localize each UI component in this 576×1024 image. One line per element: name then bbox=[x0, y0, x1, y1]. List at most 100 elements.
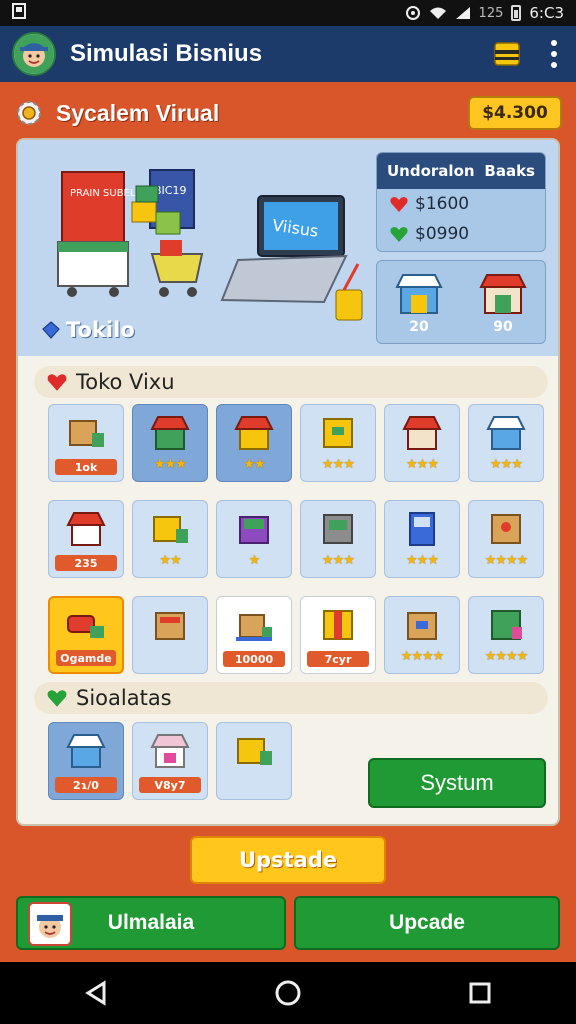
poster-text: BIC19 bbox=[154, 184, 186, 197]
shop-tile[interactable]: ★★ bbox=[132, 500, 208, 578]
store2-value: 90 bbox=[493, 319, 513, 335]
box-icon bbox=[323, 610, 353, 640]
battery-icon bbox=[511, 5, 522, 21]
ulmalaia-button[interactable]: Ulmalaia bbox=[16, 896, 286, 950]
shop-tile[interactable]: ★★ bbox=[216, 404, 292, 482]
shop-tile[interactable]: ★★★ bbox=[300, 500, 376, 578]
upgrade-button[interactable]: Upstade bbox=[190, 836, 386, 884]
tile-price: 10000 bbox=[223, 651, 285, 667]
stats-card: Undoralon Baaks $1600 $0990 bbox=[376, 152, 546, 252]
store-icon bbox=[66, 734, 106, 768]
shop-tile[interactable]: ★★★★ bbox=[384, 596, 460, 674]
pallet-boxes-icon bbox=[236, 614, 272, 641]
store-icon bbox=[234, 416, 274, 450]
stats-red-value: $1600 bbox=[415, 194, 470, 214]
rating-stars: ★★★ bbox=[406, 553, 439, 568]
header-row: Sycalem Virual $4.300 bbox=[14, 90, 562, 136]
rating-stars: ★★★★ bbox=[400, 649, 445, 664]
shop-tile[interactable]: ★ bbox=[216, 500, 292, 578]
main-area: Sycalem Virual $4.300 PRAIN SUBELM BIC19 bbox=[0, 82, 576, 962]
stats-row-green: $0990 bbox=[377, 219, 545, 249]
red-heart-icon bbox=[390, 197, 408, 212]
battery-text: 125 bbox=[478, 5, 504, 21]
box-money-icon bbox=[153, 516, 188, 543]
back-icon[interactable] bbox=[82, 979, 110, 1007]
shop-grid: 1ok ★★★ ★★ ★★★ ★★★ ★★★ 235 ★★ ★ ★★★ ★★★ … bbox=[48, 404, 544, 674]
blue-gem-icon bbox=[42, 321, 60, 339]
shop-counter-illustration: PRAIN SUBELM BIC19 bbox=[57, 169, 204, 297]
wifi-icon bbox=[429, 7, 446, 19]
shop-tile[interactable]: 1ok bbox=[48, 404, 124, 482]
app-title: Simulasi Bisnius bbox=[70, 40, 263, 67]
status-bar: 125 6:C3 bbox=[0, 0, 576, 26]
stores-card: 20 90 bbox=[376, 260, 546, 344]
coin-stack-icon[interactable] bbox=[492, 39, 522, 69]
avatar[interactable] bbox=[12, 32, 56, 76]
box-money-icon bbox=[237, 738, 272, 765]
shop-tile[interactable]: ★★★ bbox=[384, 404, 460, 482]
status-time: 6:C3 bbox=[529, 4, 564, 22]
shop-tile-selected[interactable]: Ogamde bbox=[48, 596, 124, 674]
store-icon bbox=[150, 734, 190, 768]
tile-price: Ogamde bbox=[56, 650, 116, 666]
shop-tile[interactable]: ★★★★ bbox=[468, 500, 544, 578]
ice-cream-money-icon bbox=[67, 615, 104, 638]
rating-stars: ★★★ bbox=[322, 553, 355, 568]
shop-tile[interactable]: ★★★ bbox=[300, 404, 376, 482]
more-menu-icon[interactable] bbox=[544, 40, 564, 68]
notification-icon bbox=[12, 3, 26, 23]
upcade-button[interactable]: Upcade bbox=[294, 896, 560, 950]
tokilo-text: Tokilo bbox=[66, 318, 135, 342]
tile-price: 1ok bbox=[55, 459, 117, 475]
shop-tile[interactable]: 235 bbox=[48, 500, 124, 578]
rating-stars: ★★ bbox=[159, 553, 181, 568]
shop-tile[interactable]: 10000 bbox=[216, 596, 292, 674]
tool-tile[interactable]: V8y7 bbox=[132, 722, 208, 800]
box-money-icon bbox=[69, 420, 104, 447]
store-item-2[interactable]: 90 bbox=[477, 267, 529, 343]
stats-col1: Undoralon bbox=[387, 162, 475, 180]
red-store-icon bbox=[479, 274, 527, 314]
shop-tile[interactable]: ★★★ bbox=[468, 404, 544, 482]
tile-price: 2ɿ/0 bbox=[55, 777, 117, 793]
tool-tile[interactable] bbox=[216, 722, 292, 800]
section-toko: Toko Vixu bbox=[34, 366, 548, 398]
alarm-icon bbox=[405, 6, 420, 20]
ulmalaia-label: Ulmalaia bbox=[107, 911, 195, 934]
shop-tile[interactable]: ★★★★ bbox=[468, 596, 544, 674]
purple-box-icon bbox=[239, 516, 269, 544]
rating-stars: ★★★ bbox=[322, 457, 355, 472]
rating-stars: ★★★★ bbox=[484, 553, 529, 568]
rating-stars: ★ bbox=[248, 553, 261, 568]
home-icon[interactable] bbox=[274, 979, 302, 1007]
boy-avatar-icon bbox=[30, 904, 70, 944]
app-bar: Simulasi Bisnius bbox=[0, 26, 576, 82]
rating-stars: ★★★ bbox=[490, 457, 523, 472]
box-icon bbox=[155, 612, 185, 640]
store-icon bbox=[150, 416, 190, 450]
business-panel: PRAIN SUBELM BIC19 Viisus Tokilo Undoral… bbox=[16, 138, 560, 826]
red-heart-icon bbox=[47, 374, 67, 391]
store-icon bbox=[402, 416, 442, 450]
tile-price: V8y7 bbox=[139, 777, 201, 793]
boy-avatar-icon bbox=[14, 34, 54, 74]
store-item-1[interactable]: 20 bbox=[393, 267, 445, 343]
tile-price: 7cyr bbox=[307, 651, 369, 667]
section-toko-title: Toko Vixu bbox=[76, 370, 175, 394]
system-button[interactable]: Systum bbox=[368, 758, 546, 808]
tool-tile[interactable]: 2ɿ/0 bbox=[48, 722, 124, 800]
gear-icon[interactable] bbox=[14, 98, 44, 128]
shop-tile[interactable] bbox=[132, 596, 208, 674]
stats-row-red: $1600 bbox=[377, 189, 545, 219]
green-heart-icon bbox=[47, 690, 67, 707]
box-icon bbox=[491, 514, 521, 544]
shop-tile[interactable]: ★★★ bbox=[132, 404, 208, 482]
store-icon bbox=[66, 512, 106, 546]
box-icon bbox=[323, 418, 353, 448]
laptop-illustration: Viisus bbox=[220, 195, 363, 321]
signal-icon bbox=[455, 7, 470, 19]
shop-tile[interactable]: 7cyr bbox=[300, 596, 376, 674]
shop-tile[interactable]: ★★★ bbox=[384, 500, 460, 578]
tokilo-label: Tokilo bbox=[42, 318, 135, 342]
recents-icon[interactable] bbox=[466, 979, 494, 1007]
